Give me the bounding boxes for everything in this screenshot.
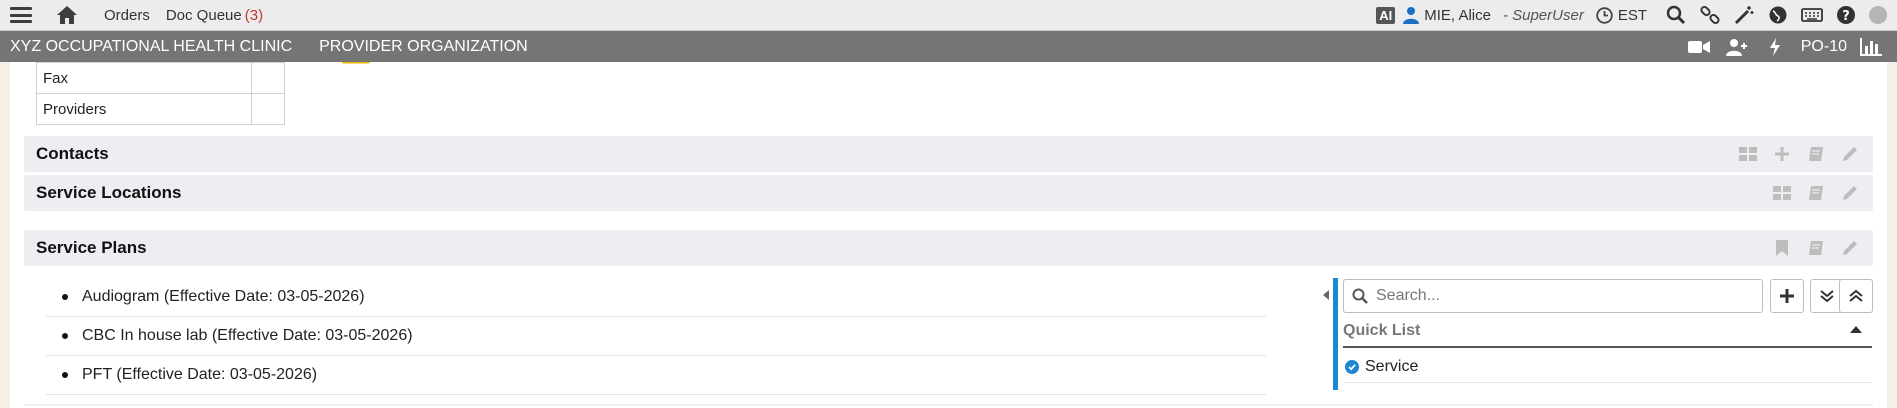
orders-link[interactable]: Orders [104, 7, 150, 24]
ai-badge[interactable]: AI [1376, 6, 1396, 24]
add-button[interactable] [1770, 279, 1804, 313]
quick-list-title: Quick List [1343, 322, 1421, 339]
double-chevron-up-icon [1849, 289, 1863, 302]
organization-info-table: Fax Providers [36, 62, 285, 125]
grid-view-icon[interactable] [1771, 182, 1793, 204]
globe-icon[interactable] [1767, 5, 1789, 25]
caret-up-icon[interactable] [1850, 326, 1862, 333]
list-item[interactable]: PFT (Effective Date: 03-05-2026) [46, 356, 1266, 395]
home-icon[interactable] [56, 5, 78, 25]
user-role: - SuperUser [1502, 6, 1584, 24]
table-row: Providers [36, 93, 285, 125]
book-icon[interactable] [1805, 237, 1827, 259]
search-icon[interactable] [1665, 5, 1687, 25]
edit-pencil-icon[interactable] [1839, 182, 1861, 204]
list-item-label: PFT (Effective Date: 03-05-2026) [82, 366, 318, 383]
organization-bar: XYZ OCCUPATIONAL HEALTH CLINIC PROVIDER … [0, 31, 1897, 62]
list-item[interactable]: CBC In house lab (Effective Date: 03-05-… [46, 317, 1266, 356]
edit-pencil-icon[interactable] [1839, 143, 1861, 165]
video-camera-icon[interactable] [1687, 36, 1711, 58]
table-row: Fax [36, 62, 285, 94]
edit-pencil-icon[interactable] [1839, 237, 1861, 259]
add-user-icon[interactable] [1725, 36, 1749, 58]
quick-search-box[interactable] [1343, 279, 1763, 313]
section-title: Service Locations [36, 183, 182, 202]
doc-queue-count: (3) [244, 6, 264, 24]
top-nav-left: Orders Doc Queue (3) [0, 5, 263, 25]
svg-text:?: ? [1842, 9, 1850, 24]
contacts-section-header[interactable]: Contacts [24, 136, 1873, 172]
quick-list-item[interactable]: Service [1343, 352, 1872, 383]
organization-label: PROVIDER ORGANIZATION [319, 37, 528, 55]
table-cell-value [251, 93, 285, 125]
table-cell-label: Providers [36, 93, 252, 125]
bookmark-icon[interactable] [1771, 237, 1793, 259]
collapse-panel-button[interactable] [1319, 278, 1333, 390]
bar-chart-icon[interactable] [1859, 36, 1883, 58]
organization-code: PO-10 [1800, 37, 1847, 55]
list-item-label: CBC In house lab (Effective Date: 03-05-… [82, 327, 413, 344]
main-content: Fax Providers Contacts Service Locations… [10, 62, 1887, 408]
clinic-name[interactable]: XYZ OCCUPATIONAL HEALTH CLINIC [10, 38, 292, 56]
quick-search-input[interactable] [1374, 286, 1758, 306]
timezone-label: EST [1617, 6, 1647, 24]
section-tools [1771, 175, 1873, 211]
plus-icon [1780, 289, 1794, 303]
section-tools [1737, 136, 1873, 172]
arrow-hint-icon [342, 62, 371, 64]
quick-list-header[interactable]: Quick List [1343, 316, 1872, 348]
doc-queue-label: Doc Queue [165, 6, 242, 24]
magic-wand-icon[interactable] [1733, 5, 1755, 25]
section-title: Contacts [36, 144, 109, 163]
search-icon [1352, 288, 1368, 304]
top-navigation-bar: Orders Doc Queue (3) AI MIE, Alice - Supe… [0, 0, 1897, 31]
panel-accent-rail [1333, 278, 1338, 390]
list-item[interactable]: Audiogram (Effective Date: 03-05-2026) [46, 278, 1266, 317]
quick-list-item-label: Service [1365, 358, 1419, 375]
caret-left-icon [1323, 290, 1329, 300]
table-cell-label: Fax [36, 62, 252, 94]
service-plans-list: Audiogram (Effective Date: 03-05-2026) C… [46, 278, 1266, 395]
grid-view-icon[interactable] [1737, 143, 1759, 165]
section-divider [24, 404, 1873, 406]
service-locations-section-header[interactable]: Service Locations [24, 175, 1873, 211]
list-item-label: Audiogram (Effective Date: 03-05-2026) [82, 288, 365, 305]
section-title: Service Plans [36, 238, 147, 257]
book-icon[interactable] [1805, 182, 1827, 204]
top-nav-right: AI MIE, Alice - SuperUser EST ? [1376, 0, 1897, 30]
user-name[interactable]: MIE, Alice [1424, 7, 1491, 24]
orgbar-right: PO-10 [1687, 31, 1897, 62]
clock-icon [1596, 6, 1613, 24]
keyboard-icon[interactable] [1801, 5, 1823, 25]
collapse-all-button[interactable] [1839, 279, 1873, 313]
link-icon[interactable] [1699, 5, 1721, 25]
double-chevron-down-icon [1820, 290, 1834, 303]
help-icon[interactable]: ? [1835, 5, 1857, 25]
user-icon [1403, 6, 1420, 24]
doc-queue-link[interactable]: Doc Queue (3) [166, 7, 263, 24]
status-dot-icon[interactable] [1869, 6, 1887, 24]
service-plans-section-header[interactable]: Service Plans [24, 230, 1873, 266]
add-icon[interactable] [1771, 143, 1793, 165]
quick-list-panel: Quick List Service [1319, 278, 1873, 390]
check-circle-icon [1345, 360, 1359, 374]
table-cell-value [251, 62, 285, 94]
book-icon[interactable] [1805, 143, 1827, 165]
lightning-icon[interactable] [1763, 36, 1787, 58]
section-tools [1771, 230, 1873, 266]
hamburger-menu-icon[interactable] [10, 7, 32, 23]
